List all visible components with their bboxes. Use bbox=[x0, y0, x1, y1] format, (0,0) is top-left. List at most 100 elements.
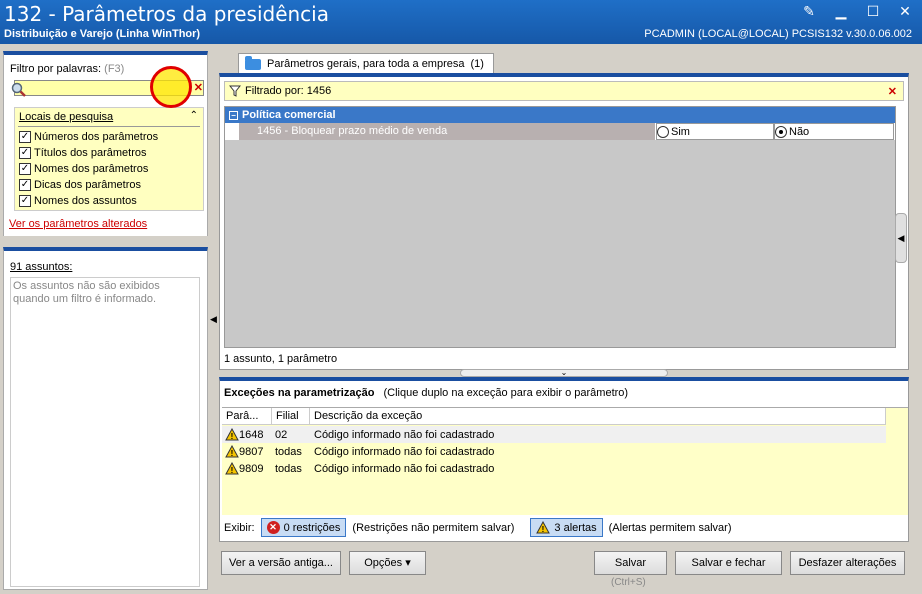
checkbox[interactable]: ✓ bbox=[19, 163, 31, 175]
maximize-icon[interactable]: ☐ bbox=[864, 3, 882, 19]
cursor-highlight bbox=[150, 66, 192, 108]
save-shortcut: (Ctrl+S) bbox=[611, 577, 646, 588]
filtered-label: Filtrado por: 1456 bbox=[245, 85, 332, 97]
horizontal-splitter[interactable]: ⌄ bbox=[460, 369, 668, 377]
svg-text:!: ! bbox=[231, 432, 234, 441]
locais-title: Locais de pesquisa bbox=[19, 111, 114, 123]
option-param-titles[interactable]: ✓ Títulos dos parâmetros bbox=[19, 146, 147, 160]
exceptions-hint: (Clique duplo na exceção para exibir o p… bbox=[383, 387, 629, 399]
subjects-panel: 91 assuntos: Os assuntos não são exibido… bbox=[3, 247, 208, 590]
option-label: Nomes dos parâmetros bbox=[34, 163, 149, 175]
collapse-icon[interactable]: ⌃ bbox=[190, 110, 198, 121]
clear-filter-icon[interactable]: ✕ bbox=[888, 85, 897, 98]
user-info: PCADMIN (LOCAL@LOCAL) PCSIS132 v.30.0.06… bbox=[644, 28, 912, 40]
alerts-note: (Alertas permitem salvar) bbox=[608, 521, 732, 534]
undo-button[interactable]: Desfazer alterações bbox=[790, 551, 905, 575]
svg-text:!: ! bbox=[231, 449, 234, 458]
save-close-button[interactable]: Salvar e fechar bbox=[675, 551, 782, 575]
radio-no-label: Não bbox=[789, 125, 810, 138]
cell-param: 9809 bbox=[239, 462, 264, 475]
exceptions-panel: Exceções na parametrização (Clique duplo… bbox=[219, 377, 909, 542]
save-button[interactable]: Salvar bbox=[594, 551, 667, 575]
window-subtitle: Distribuição e Varejo (Linha WinThor) bbox=[4, 28, 201, 40]
option-param-names[interactable]: ✓ Nomes dos parâmetros bbox=[19, 162, 148, 176]
table-row[interactable]: ! 9809 todas Código informado não foi ca… bbox=[222, 460, 886, 477]
tab-count: (1) bbox=[470, 58, 484, 70]
option-subject-names[interactable]: ✓ Nomes dos assuntos bbox=[19, 194, 137, 208]
warning-icon: ! bbox=[225, 462, 239, 475]
option-label: Números dos parâmetros bbox=[34, 131, 159, 143]
search-locations: Locais de pesquisa ⌃ ✓ Números dos parâm… bbox=[14, 107, 204, 211]
checkbox[interactable]: ✓ bbox=[19, 195, 31, 207]
minimize-icon[interactable]: ▁ bbox=[832, 3, 850, 19]
title-bar: 132 - Parâmetros da presidência Distribu… bbox=[0, 0, 922, 44]
col-param[interactable]: Parâ... bbox=[222, 408, 272, 424]
cell-filial: todas bbox=[275, 462, 302, 475]
filter-shortcut: (F3) bbox=[104, 63, 125, 75]
radio-no-circle[interactable] bbox=[775, 125, 787, 138]
param-label: 1456 - Bloquear prazo médio de venda bbox=[239, 123, 655, 140]
svg-text:!: ! bbox=[542, 525, 545, 534]
filter-label-text: Filtro por palavras: bbox=[10, 63, 102, 75]
cell-param: 9807 bbox=[239, 445, 264, 458]
exceptions-title-text: Exceções na parametrização bbox=[224, 387, 375, 399]
tab-label: Parâmetros gerais, para toda a empresa bbox=[267, 58, 465, 70]
radio-yes[interactable]: Sim bbox=[656, 123, 774, 140]
funnel-icon bbox=[229, 85, 241, 97]
svg-text:!: ! bbox=[231, 466, 234, 475]
old-version-button[interactable]: Ver a versão antiga... bbox=[221, 551, 341, 575]
error-icon: ✕ bbox=[266, 521, 280, 534]
edit-icon[interactable]: ✎ bbox=[800, 3, 818, 19]
params-grid: − Política comercial 1456 - Bloquear pra… bbox=[224, 106, 896, 348]
param-row[interactable]: 1456 - Bloquear prazo médio de venda Sim… bbox=[225, 123, 895, 140]
subjects-count-text: 91 assuntos: bbox=[10, 261, 73, 273]
radio-yes-circle[interactable] bbox=[657, 125, 669, 138]
col-description[interactable]: Descrição da exceção bbox=[310, 408, 886, 424]
warning-icon: ! bbox=[225, 445, 239, 458]
cell-param: 1648 bbox=[239, 428, 264, 441]
restrictions-toggle[interactable]: ✕ 0 restrições bbox=[260, 518, 347, 537]
cell-description: Código informado não foi cadastrado bbox=[314, 428, 495, 441]
col-filial[interactable]: Filial bbox=[272, 408, 310, 424]
folder-icon bbox=[245, 55, 261, 70]
cell-description: Código informado não foi cadastrado bbox=[314, 462, 495, 475]
show-label: Exibir: bbox=[224, 521, 255, 534]
group-header[interactable]: − Política comercial bbox=[225, 107, 895, 123]
params-panel: Filtrado por: 1456 ✕ − Política comercia… bbox=[219, 73, 909, 370]
restrictions-note: (Restrições não permitem salvar) bbox=[352, 521, 515, 534]
radio-no[interactable]: Não bbox=[774, 123, 894, 140]
window-controls: ✎ ▁ ☐ ✕ bbox=[800, 3, 914, 19]
option-label: Dicas dos parâmetros bbox=[34, 179, 141, 191]
alerts-toggle[interactable]: ! 3 alertas bbox=[530, 518, 603, 537]
filtered-bar: Filtrado por: 1456 ✕ bbox=[224, 81, 904, 101]
divider bbox=[18, 126, 200, 127]
subjects-message: Os assuntos não são exibidos quando um f… bbox=[10, 277, 200, 587]
window-title: 132 - Parâmetros da presidência bbox=[4, 2, 329, 26]
changed-params-link[interactable]: Ver os parâmetros alterados bbox=[9, 218, 147, 230]
cell-filial: todas bbox=[275, 445, 302, 458]
collapse-right-icon[interactable]: ◀ bbox=[895, 213, 907, 263]
checkbox[interactable]: ✓ bbox=[19, 179, 31, 191]
restrictions-badge-label: 0 restrições bbox=[283, 521, 341, 534]
table-row[interactable]: ! 1648 02 Código informado não foi cadas… bbox=[222, 426, 886, 443]
group-title: Política comercial bbox=[242, 109, 336, 121]
checkbox[interactable]: ✓ bbox=[19, 147, 31, 159]
filter-label: Filtro por palavras: (F3) bbox=[10, 63, 124, 75]
collapse-group-icon[interactable]: − bbox=[229, 110, 238, 120]
close-icon[interactable]: ✕ bbox=[896, 3, 914, 19]
option-label: Nomes dos assuntos bbox=[34, 195, 137, 207]
option-param-numbers[interactable]: ✓ Números dos parâmetros bbox=[19, 130, 158, 144]
clear-filter-icon[interactable]: ✕ bbox=[194, 81, 203, 94]
collapse-left-icon[interactable]: ◀ bbox=[210, 314, 217, 325]
exceptions-footer: Exibir: ✕ 0 restrições (Restrições não p… bbox=[224, 518, 731, 537]
cell-filial: 02 bbox=[275, 428, 288, 441]
alerts-badge-label: 3 alertas bbox=[554, 521, 597, 534]
table-row[interactable]: ! 9807 todas Código informado não foi ca… bbox=[222, 443, 886, 460]
tab-general-params[interactable]: Parâmetros gerais, para toda a empresa (… bbox=[238, 53, 494, 74]
params-status: 1 assunto, 1 parâmetro bbox=[224, 353, 338, 365]
checkbox[interactable]: ✓ bbox=[19, 131, 31, 143]
option-param-tips[interactable]: ✓ Dicas dos parâmetros bbox=[19, 178, 141, 192]
warning-icon: ! bbox=[536, 521, 551, 534]
warning-icon: ! bbox=[225, 428, 239, 441]
options-button[interactable]: Opções ▾ bbox=[349, 551, 426, 575]
